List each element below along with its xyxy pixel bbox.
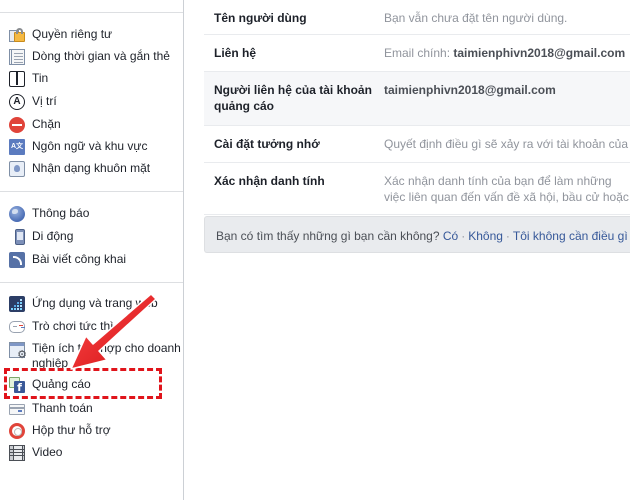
sidebar-item-business-integrations[interactable]: Tiện ích tích hợp cho doanh nghiệp <box>9 341 182 370</box>
settings-row-ad-account-contact[interactable]: Người liên hệ của tài khoản quảng cáo ta… <box>204 72 630 126</box>
setting-value: taimienphivn2018@gmail.com <box>384 72 630 125</box>
payment-card-icon <box>9 404 25 415</box>
setting-value: Email chính: taimienphivn2018@gmail.com <box>384 35 630 71</box>
timeline-icon <box>9 49 25 65</box>
settings-row-memorialization[interactable]: Cài đặt tưởng nhớ Quyết định điều gì sẽ … <box>204 126 630 163</box>
setting-value: Bạn vẫn chưa đặt tên người dùng. <box>384 11 568 25</box>
sidebar-item-label: Video <box>32 445 63 459</box>
feedback-bar: Bạn có tìm thấy những gì bạn cần không? … <box>204 216 630 253</box>
sidebar-item-label: Bài viết công khai <box>32 252 127 266</box>
sidebar-item-label: Thanh toán <box>32 401 93 415</box>
support-lifebuoy-icon <box>9 423 25 439</box>
sidebar-item-language-region[interactable]: A文 Ngôn ngữ và khu vực <box>9 138 147 158</box>
face-recognition-icon <box>9 161 25 177</box>
sidebar-item-label: Nhận dạng khuôn mặt <box>32 161 151 175</box>
sidebar-item-timeline-tagging[interactable]: Dòng thời gian và gắn thẻ <box>9 48 170 68</box>
feedback-yes-link[interactable]: Có <box>443 229 458 243</box>
sidebar-item-face-recognition[interactable]: Nhận dạng khuôn mặt <box>9 160 150 180</box>
sidebar-divider <box>0 12 183 13</box>
general-settings-panel: Tên người dùng Bạn vẫn chưa đặt tên ngườ… <box>204 0 630 215</box>
gamepad-icon <box>9 321 25 333</box>
sidebar-item-label: Tiện ích tích hợp cho doanh nghiệp <box>32 341 181 370</box>
sidebar-item-label: Tin <box>32 71 49 85</box>
setting-value: Xác nhận danh tính của bạn để làm những … <box>384 174 629 204</box>
sidebar-item-blocking[interactable]: Chặn <box>9 116 61 136</box>
business-integration-icon <box>9 342 27 361</box>
setting-label: Người liên hệ của tài khoản quảng cáo <box>214 83 372 113</box>
rss-icon <box>9 252 25 268</box>
location-icon: A <box>9 94 25 110</box>
sidebar-item-payments[interactable]: Thanh toán <box>9 400 93 420</box>
lock-icon <box>9 27 25 43</box>
setting-label: Tên người dùng <box>214 11 307 25</box>
sidebar-item-label: Quyền riêng tư <box>32 27 113 41</box>
sidebar-item-label: Trò chơi tức thì <box>32 319 114 333</box>
block-icon <box>9 117 25 133</box>
sidebar-item-mobile[interactable]: Di động <box>9 228 73 248</box>
sidebar-item-support-inbox[interactable]: Hộp thư hỗ trợ <box>9 422 111 442</box>
sidebar-item-label: Chặn <box>32 117 61 131</box>
mobile-icon <box>15 229 25 245</box>
highlight-dashed-box <box>4 368 162 399</box>
film-icon <box>9 445 25 461</box>
sidebar-item-label: Ứng dụng và trang web <box>32 296 158 310</box>
setting-label: Cài đặt tưởng nhớ <box>214 137 320 151</box>
setting-label: Xác nhận danh tính <box>214 174 325 188</box>
sidebar-item-video[interactable]: Video <box>9 444 62 464</box>
feedback-dont-need-link[interactable]: Tôi không cần điều gì <box>513 229 628 243</box>
feedback-question: Bạn có tìm thấy những gì bạn cần không? <box>216 229 440 243</box>
sidebar-item-label: Dòng thời gian và gắn thẻ <box>32 49 170 63</box>
sidebar-item-notifications[interactable]: Thông báo <box>9 205 89 225</box>
language-icon: A文 <box>9 139 25 155</box>
sidebar-item-label: Hộp thư hỗ trợ <box>32 423 111 437</box>
apps-icon <box>9 296 25 312</box>
settings-row-identity-confirmation[interactable]: Xác nhận danh tính Xác nhận danh tính củ… <box>204 163 630 215</box>
sidebar-item-stories[interactable]: Tin <box>9 70 48 90</box>
setting-value: Quyết định điều gì sẽ xảy ra với tài kho… <box>384 137 630 151</box>
sidebar-item-label: Di động <box>32 229 74 243</box>
sidebar-item-label: Vị trí <box>32 94 57 108</box>
sidebar-item-label: Ngôn ngữ và khu vực <box>32 139 148 153</box>
settings-sidebar: Quyền riêng tư Dòng thời gian và gắn thẻ… <box>0 0 184 500</box>
settings-row-username[interactable]: Tên người dùng Bạn vẫn chưa đặt tên ngườ… <box>204 0 630 35</box>
sidebar-item-instant-games[interactable]: Trò chơi tức thì <box>9 318 113 338</box>
sidebar-item-location[interactable]: A Vị trí <box>9 93 57 113</box>
setting-label: Liên hệ <box>214 46 257 60</box>
globe-icon <box>9 206 25 222</box>
book-icon <box>9 71 25 87</box>
sidebar-divider <box>0 282 183 283</box>
ad-account-email: taimienphivn2018@gmail.com <box>384 83 556 97</box>
sidebar-item-public-posts[interactable]: Bài viết công khai <box>9 251 126 271</box>
separator: · <box>505 229 510 243</box>
sidebar-item-apps-websites[interactable]: Ứng dụng và trang web <box>9 295 158 315</box>
sidebar-divider <box>0 191 183 192</box>
contact-prefix: Email chính: <box>384 46 454 60</box>
feedback-no-link[interactable]: Không <box>468 229 503 243</box>
settings-row-contact[interactable]: Liên hệ Email chính: taimienphivn2018@gm… <box>204 35 630 72</box>
primary-email: taimienphivn2018@gmail.com <box>453 46 626 60</box>
sidebar-item-label: Thông báo <box>32 206 90 220</box>
separator: · <box>461 229 466 243</box>
sidebar-item-privacy[interactable]: Quyền riêng tư <box>9 26 112 46</box>
